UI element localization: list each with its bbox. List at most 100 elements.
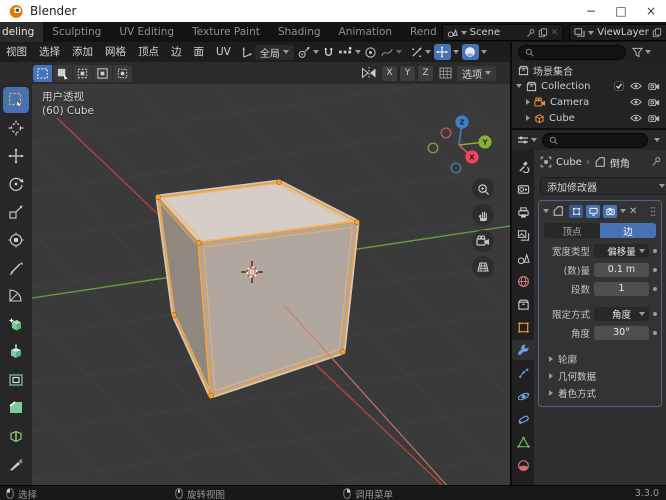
modifier-extras-icon[interactable] <box>620 209 626 213</box>
menu-uv[interactable]: UV <box>210 42 237 62</box>
eye-icon[interactable] <box>630 97 642 107</box>
tab-tool[interactable] <box>512 156 534 176</box>
menu-edge[interactable]: 边 <box>165 42 188 62</box>
mirror-z-button[interactable]: Z <box>417 64 434 82</box>
animate-dot[interactable] <box>653 267 657 272</box>
amount-field[interactable]: 0.1 m <box>594 262 649 277</box>
gizmo-neg-y[interactable] <box>427 142 439 154</box>
falloff-dropdown[interactable] <box>380 46 402 59</box>
orientation-dropdown[interactable]: 全局 <box>254 44 294 60</box>
menu-vertex[interactable]: 顶点 <box>132 42 165 62</box>
gizmo-neg-x[interactable] <box>440 127 452 139</box>
cube-object[interactable] <box>155 179 360 399</box>
editor-type-dropdown[interactable] <box>517 134 537 146</box>
tab-physics[interactable] <box>512 386 534 406</box>
overlays-toggle[interactable] <box>433 44 459 60</box>
expand-icon[interactable] <box>516 84 522 88</box>
tab-edges[interactable]: 边 <box>600 223 656 238</box>
tab-particles[interactable] <box>512 363 534 383</box>
select-lasso-button[interactable] <box>93 64 112 82</box>
tab-shading[interactable]: Shading <box>269 22 330 42</box>
viewport-3d[interactable]: Z Y X 用户透视 (60) Cube <box>32 84 510 485</box>
scene-name[interactable]: Scene <box>470 27 522 38</box>
tab-world[interactable] <box>512 271 534 291</box>
viewlayer-selector[interactable]: ViewLayer ✕ <box>569 24 666 41</box>
select-tweak-button[interactable] <box>33 64 52 82</box>
pivot-point-dropdown[interactable] <box>297 46 319 59</box>
eye-icon[interactable] <box>630 81 642 91</box>
new-scene-icon[interactable] <box>538 27 548 38</box>
remove-modifier-icon[interactable]: ✕ <box>629 206 637 217</box>
tool-loop-cut[interactable] <box>3 423 29 449</box>
add-modifier-button[interactable]: 添加修改器 <box>540 177 666 195</box>
section-profile[interactable]: 轮廓 <box>539 350 661 367</box>
tab-uv-editing[interactable]: UV Editing <box>110 22 183 42</box>
minimize-button[interactable]: − <box>576 0 606 22</box>
toggle-ortho-button[interactable] <box>472 256 494 278</box>
width-type-dropdown[interactable]: 偏移量 <box>594 243 649 258</box>
limit-method-dropdown[interactable]: 角度 <box>594 306 649 321</box>
tool-annotate[interactable] <box>3 255 29 281</box>
properties-search-input[interactable] <box>542 132 648 148</box>
animate-dot[interactable] <box>653 248 657 253</box>
tool-move[interactable] <box>3 143 29 169</box>
mirror-x-button[interactable]: X <box>381 64 398 82</box>
tab-texture-paint[interactable]: Texture Paint <box>183 22 269 42</box>
mirror-y-button[interactable]: Y <box>399 64 416 82</box>
scene-collection-row[interactable]: 场景集合 <box>512 62 666 78</box>
maximize-button[interactable]: □ <box>606 0 636 22</box>
snap-grid-icon[interactable] <box>438 66 453 80</box>
select-box-button[interactable] <box>53 64 72 82</box>
tab-output[interactable] <box>512 202 534 222</box>
tab-sculpting[interactable]: Sculpting <box>43 22 110 42</box>
tool-add-cube[interactable] <box>3 311 29 337</box>
tool-transform[interactable] <box>3 227 29 253</box>
tool-measure[interactable] <box>3 283 29 309</box>
viewlayer-name[interactable]: ViewLayer <box>597 27 649 38</box>
animate-dot[interactable] <box>653 286 657 291</box>
expand-icon[interactable] <box>526 99 530 105</box>
menu-add[interactable]: 添加 <box>66 42 99 62</box>
cube-row[interactable]: Cube <box>512 110 666 126</box>
tab-constraints[interactable] <box>512 409 534 429</box>
breadcrumb-object[interactable]: Cube <box>556 157 582 168</box>
gizmo-neg-z[interactable] <box>450 162 462 174</box>
segments-field[interactable]: 1 <box>594 281 649 296</box>
realtime-display-toggle[interactable] <box>586 204 600 218</box>
tool-inset-faces[interactable] <box>3 367 29 393</box>
menu-mesh[interactable]: 网格 <box>99 42 132 62</box>
angle-field[interactable]: 30° <box>594 325 649 340</box>
expand-panel-icon[interactable] <box>543 209 549 213</box>
viewlayer-dropdown-icon[interactable] <box>588 30 595 35</box>
close-button[interactable]: × <box>636 0 666 22</box>
animate-dot[interactable] <box>653 311 657 316</box>
eye-icon[interactable] <box>630 113 642 123</box>
tab-render[interactable] <box>512 179 534 199</box>
new-viewlayer-icon[interactable] <box>652 27 662 38</box>
pin-icon[interactable] <box>525 28 535 38</box>
scene-dropdown-icon[interactable] <box>460 30 467 35</box>
gizmos-dropdown[interactable] <box>410 46 431 59</box>
pan-button[interactable] <box>472 204 494 226</box>
snap-toggle[interactable] <box>322 46 335 59</box>
animate-dot[interactable] <box>653 330 657 335</box>
breadcrumb-modifier[interactable]: 倒角 <box>610 155 630 170</box>
tab-animation[interactable]: Animation <box>330 22 402 42</box>
drag-handle-icon[interactable] <box>649 206 657 217</box>
tab-vertices[interactable]: 顶点 <box>544 223 600 238</box>
tab-object[interactable] <box>512 317 534 337</box>
tab-scene[interactable] <box>512 248 534 268</box>
tab-modeling[interactable]: deling <box>0 22 44 42</box>
camera-visibility-icon[interactable] <box>648 113 660 123</box>
outliner-search-input[interactable] <box>518 44 626 60</box>
tab-modifiers[interactable] <box>512 340 534 360</box>
shading-mode-group[interactable] <box>461 44 487 60</box>
tab-view-layer[interactable] <box>512 225 534 245</box>
options-dropdown[interactable]: 选项 <box>457 65 496 81</box>
section-geometry[interactable]: 几何数据 <box>539 367 661 384</box>
zoom-button[interactable] <box>472 178 494 200</box>
pin-icon[interactable] <box>650 156 661 167</box>
tab-object-data[interactable] <box>512 432 534 452</box>
tool-bevel[interactable] <box>3 395 29 421</box>
tool-cursor[interactable] <box>3 115 29 141</box>
